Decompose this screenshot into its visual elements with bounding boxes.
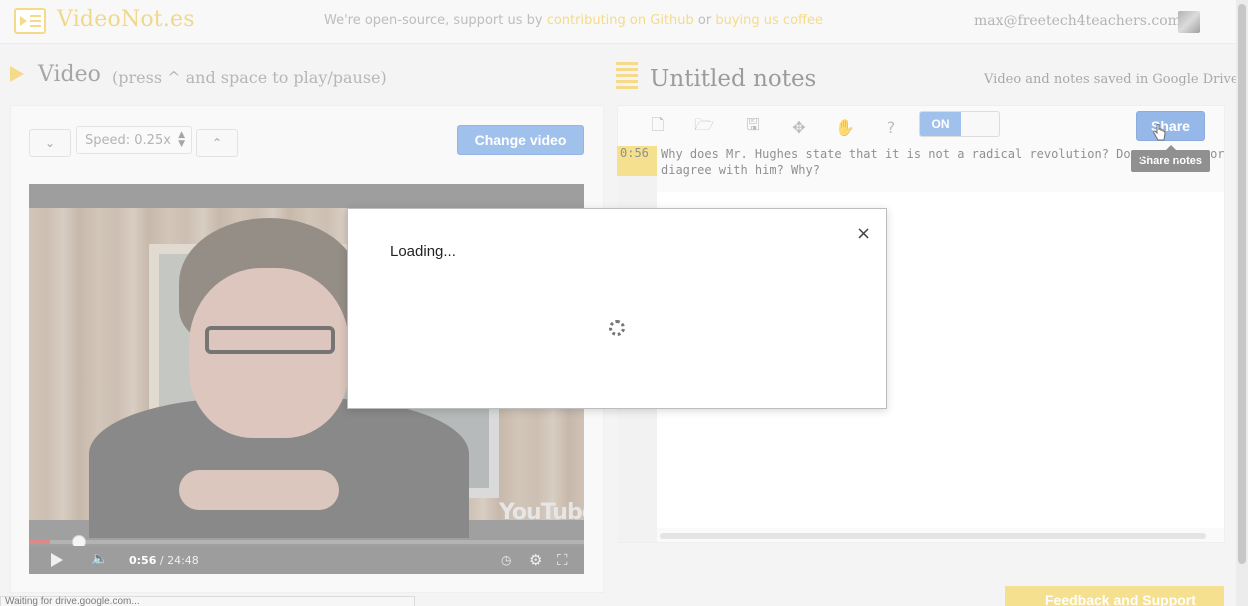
loading-spinner-icon [609,320,625,336]
loading-title: Loading... [390,243,456,260]
close-icon[interactable]: × [856,223,871,244]
page-scrollbar[interactable] [1236,0,1248,606]
loading-dialog: Loading... × [347,208,887,409]
scrollbar-thumb[interactable] [1238,4,1246,564]
